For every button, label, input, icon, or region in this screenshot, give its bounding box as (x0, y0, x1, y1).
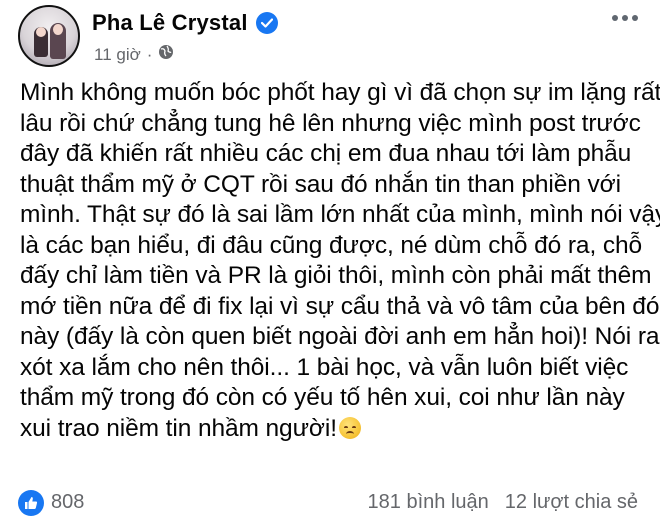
post-line: đấy chỉ làm tiền và PR là giỏi thôi, mìn… (20, 262, 652, 289)
disappointed-face-icon (338, 416, 361, 439)
post-line: lâu rồi chứ chẳng tung hê lên nhưng việc… (20, 109, 641, 137)
post-line: này (đấy là còn quen biết ngoài đời anh … (20, 323, 660, 350)
post-line: mình. Thật sự đó là sai lầm lớn nhất của… (20, 201, 660, 228)
author-name[interactable]: Pha Lê Crystal (92, 10, 248, 36)
post-header: Pha Lê Crystal 11 giờ · (0, 0, 660, 80)
post-line: Mình không muốn bóc phốt hay gì vì đã ch… (20, 79, 660, 106)
post-line: xui trao niềm tin nhầm người! (20, 414, 337, 442)
like-count[interactable]: 808 (51, 491, 84, 514)
post-line: thẩm mỹ trong đó còn có yếu tố hên xui, … (20, 384, 625, 411)
post-text: Mình không muốn bóc phốt hay gì vì đã ch… (20, 78, 660, 445)
post-footer: 808 181 bình luận 12 lượt chia sẻ (0, 488, 660, 524)
post-line: mớ tiền nữa để đi fix lại vì sự cẩu thả … (20, 292, 660, 320)
globe-icon[interactable] (158, 44, 174, 65)
verified-badge-icon (255, 12, 278, 34)
more-options-icon[interactable] (612, 8, 638, 28)
author-name-row[interactable]: Pha Lê Crystal (92, 10, 278, 36)
post-line: xót xa lắm cho nên thôi... 1 bài học, và… (20, 353, 629, 381)
post-last-line: xui trao niềm tin nhầm người! (20, 414, 650, 445)
like-reaction-icon[interactable] (18, 490, 44, 516)
meta-separator: · (146, 44, 153, 64)
comment-count[interactable]: 181 bình luận (368, 491, 489, 514)
engagement-stats: 181 bình luận 12 lượt chia sẻ (368, 491, 638, 514)
share-count[interactable]: 12 lượt chia sẻ (505, 491, 638, 514)
post-line: đây đã khiến rất nhiều các chị em đua nh… (20, 140, 632, 167)
post-timestamp[interactable]: 11 giờ (94, 45, 141, 65)
post-line: thuật thẩm mỹ ở CQT rồi sau đó nhắn tin … (20, 170, 621, 198)
author-avatar[interactable] (18, 5, 80, 67)
post-line: là các bạn hiểu, đi đâu cũng được, né dù… (20, 231, 643, 259)
post-meta: 11 giờ · (94, 44, 174, 65)
